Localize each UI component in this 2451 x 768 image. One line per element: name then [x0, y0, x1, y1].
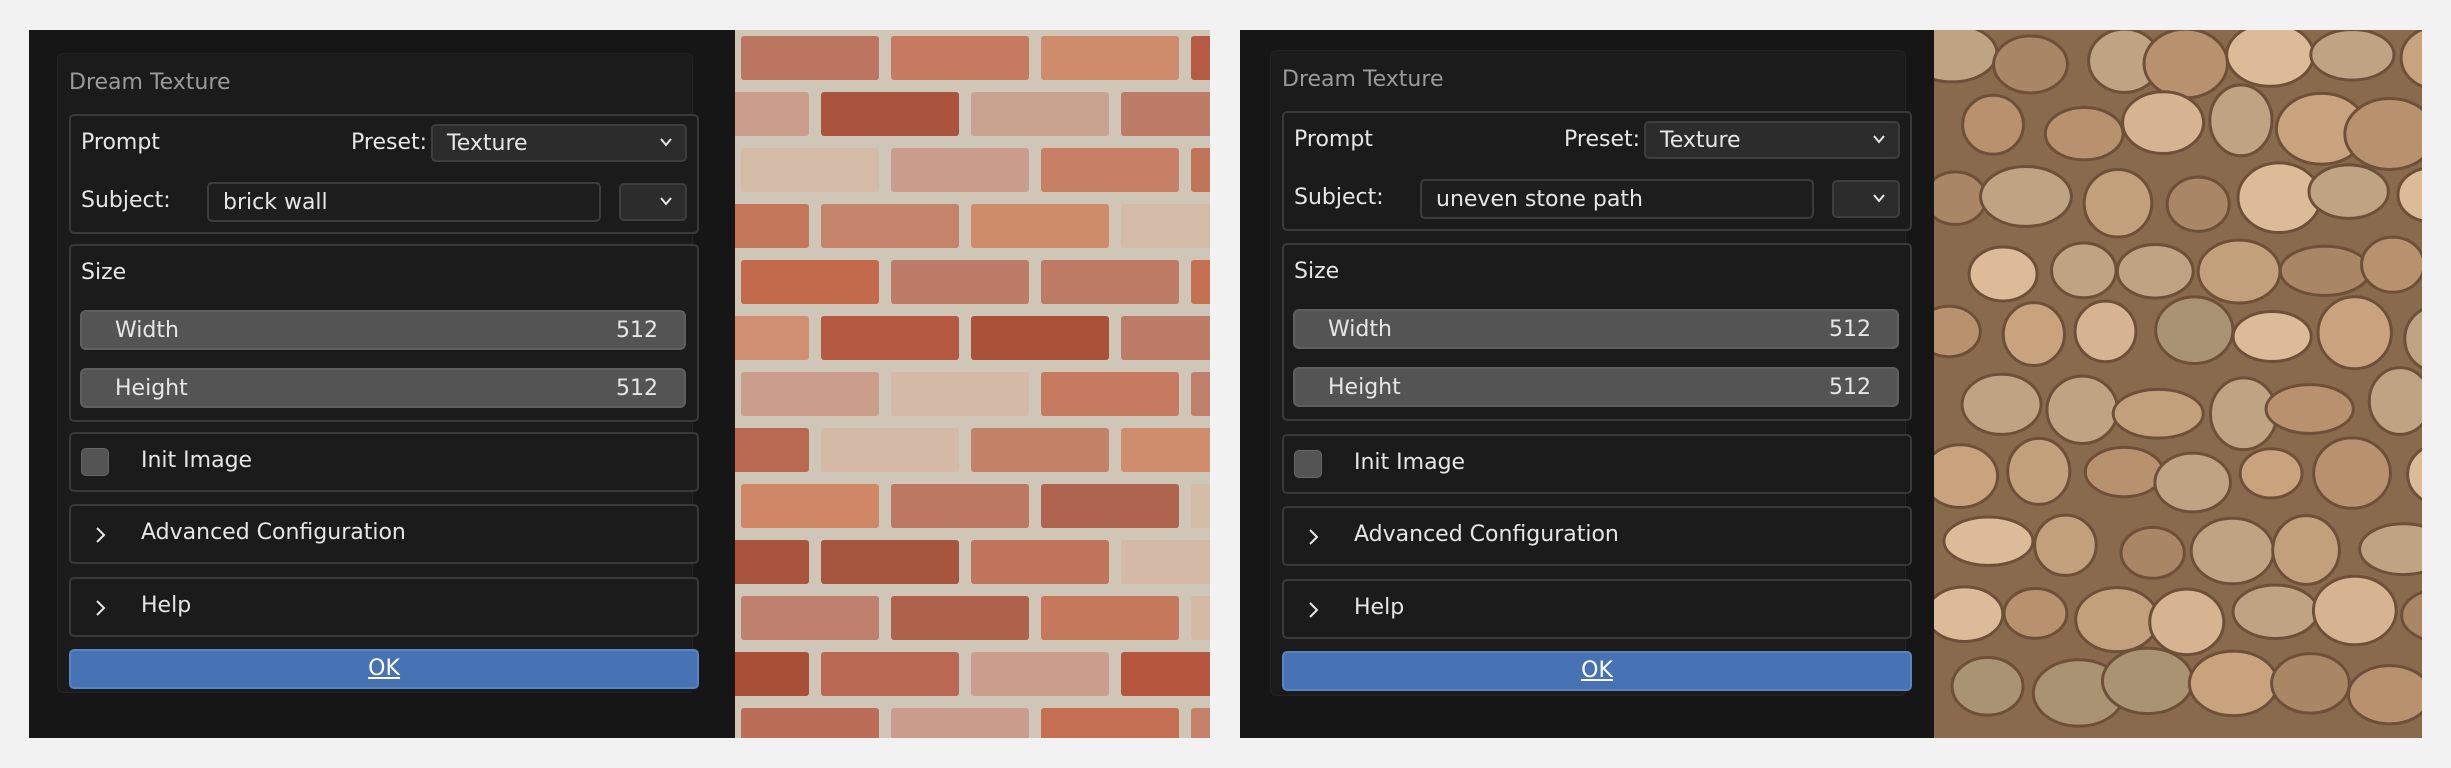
- preset-select[interactable]: Texture: [431, 124, 687, 162]
- prompt-section: Prompt Preset: Texture Subject: brick wa…: [69, 114, 699, 234]
- advanced-configuration-label: Advanced Configuration: [141, 520, 406, 545]
- width-label: Width: [1328, 317, 1392, 342]
- chevron-down-icon: [1873, 135, 1885, 144]
- height-slider[interactable]: Height 512: [80, 368, 686, 408]
- preset-value: Texture: [1660, 128, 1741, 153]
- prompt-label: Prompt: [1294, 127, 1373, 152]
- help-row[interactable]: Help: [1282, 579, 1912, 639]
- help-row[interactable]: Help: [69, 577, 699, 637]
- subject-value: brick wall: [223, 190, 328, 215]
- help-label: Help: [141, 593, 192, 618]
- init-image-checkbox[interactable]: [1294, 450, 1322, 478]
- height-label: Height: [1328, 375, 1401, 400]
- preset-label: Preset:: [1564, 127, 1641, 152]
- init-image-row[interactable]: Init Image: [1282, 434, 1912, 494]
- width-label: Width: [115, 318, 179, 343]
- chevron-down-icon: [660, 138, 672, 147]
- chevron-down-icon: [660, 197, 672, 206]
- right-panel: Dream Texture Prompt Preset: Texture Sub…: [1240, 30, 2422, 738]
- advanced-configuration-row[interactable]: Advanced Configuration: [69, 504, 699, 564]
- init-image-label: Init Image: [1354, 450, 1466, 475]
- advanced-configuration-row[interactable]: Advanced Configuration: [1282, 506, 1912, 566]
- subject-value: uneven stone path: [1436, 187, 1643, 212]
- ok-label: OK: [368, 656, 400, 681]
- dialog-title: Dream Texture: [1282, 67, 1444, 92]
- chevron-right-icon: [96, 527, 106, 543]
- advanced-configuration-label: Advanced Configuration: [1354, 522, 1619, 547]
- init-image-checkbox[interactable]: [81, 448, 109, 476]
- subject-presets-dropdown[interactable]: [1832, 180, 1900, 218]
- size-section: Size Width 512 Height 512: [69, 244, 699, 422]
- prompt-section: Prompt Preset: Texture Subject: uneven s…: [1282, 111, 1912, 231]
- height-slider[interactable]: Height 512: [1293, 367, 1899, 407]
- subject-input[interactable]: brick wall: [207, 182, 601, 222]
- width-slider[interactable]: Width 512: [1293, 309, 1899, 349]
- ok-button[interactable]: OK: [1282, 651, 1912, 691]
- width-value: 512: [616, 318, 658, 343]
- size-label: Size: [81, 260, 127, 285]
- stone-path-texture-image: [1934, 30, 2422, 738]
- dialog-title: Dream Texture: [69, 70, 231, 95]
- width-slider[interactable]: Width 512: [80, 310, 686, 350]
- help-label: Help: [1354, 595, 1405, 620]
- chevron-down-icon: [1873, 194, 1885, 203]
- height-label: Height: [115, 376, 188, 401]
- init-image-row[interactable]: Init Image: [69, 432, 699, 492]
- chevron-right-icon: [1309, 529, 1319, 545]
- chevron-right-icon: [96, 600, 106, 616]
- left-panel: Dream Texture Prompt Preset: Texture Sub…: [29, 30, 1210, 738]
- width-value: 512: [1829, 317, 1871, 342]
- height-value: 512: [1829, 375, 1871, 400]
- preset-label: Preset:: [351, 130, 428, 155]
- init-image-label: Init Image: [141, 448, 253, 473]
- prompt-label: Prompt: [81, 130, 160, 155]
- preset-select[interactable]: Texture: [1644, 121, 1900, 159]
- dream-texture-dialog: Dream Texture Prompt Preset: Texture Sub…: [1270, 50, 1912, 696]
- size-label: Size: [1294, 259, 1340, 284]
- height-value: 512: [616, 376, 658, 401]
- dream-texture-dialog: Dream Texture Prompt Preset: Texture Sub…: [57, 53, 699, 693]
- subject-presets-dropdown[interactable]: [619, 183, 687, 221]
- ok-label: OK: [1581, 658, 1613, 683]
- ok-button[interactable]: OK: [69, 649, 699, 689]
- subject-label: Subject:: [81, 188, 171, 213]
- subject-label: Subject:: [1294, 185, 1384, 210]
- chevron-right-icon: [1309, 602, 1319, 618]
- preset-value: Texture: [447, 131, 528, 156]
- subject-input[interactable]: uneven stone path: [1420, 179, 1814, 219]
- brick-wall-texture-image: [735, 30, 1210, 738]
- size-section: Size Width 512 Height 512: [1282, 243, 1912, 421]
